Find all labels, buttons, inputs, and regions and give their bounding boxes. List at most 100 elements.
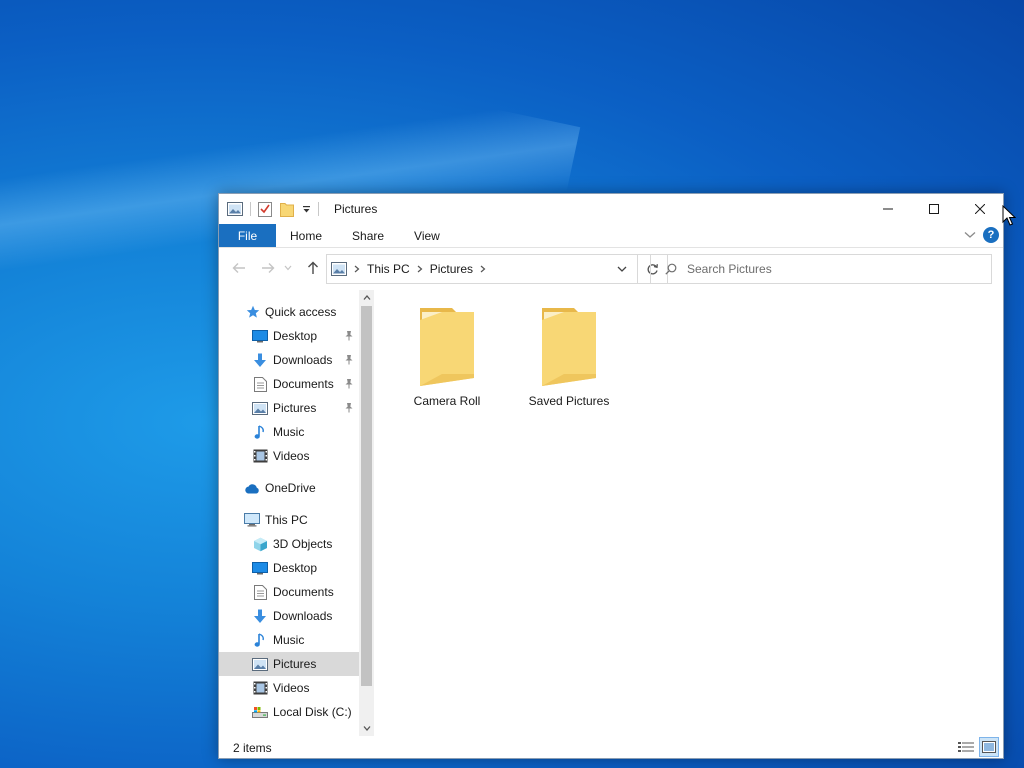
nav-item-label: Videos — [273, 681, 310, 695]
chevron-down-icon — [363, 726, 370, 731]
nav-item-music[interactable]: Music — [219, 628, 359, 652]
maximize-button[interactable] — [911, 194, 957, 224]
navigation-pane-scrollbar[interactable] — [359, 290, 374, 736]
nav-item-desktop-pinned[interactable]: Desktop — [219, 324, 359, 348]
nav-item-label: Documents — [273, 377, 334, 391]
folder-item-camera-roll[interactable]: Camera Roll — [392, 304, 502, 414]
nav-item-downloads-pinned[interactable]: Downloads — [219, 348, 359, 372]
document-icon — [251, 376, 269, 392]
folder-label: Camera Roll — [413, 394, 481, 408]
nav-item-label: Videos — [273, 449, 310, 463]
nav-item-label: Music — [273, 633, 305, 647]
address-bar[interactable]: This PC Pictures — [326, 254, 638, 284]
nav-item-label: Desktop — [273, 329, 318, 343]
nav-item-pictures[interactable]: Pictures — [219, 652, 359, 676]
pictures-icon — [251, 657, 269, 671]
breadcrumb-this-pc[interactable]: This PC — [367, 262, 410, 276]
folder-label: Saved Pictures — [528, 394, 610, 408]
tab-file[interactable]: File — [219, 224, 276, 247]
item-count: 2 items — [233, 741, 272, 755]
nav-item-label: Music — [273, 425, 305, 439]
cloud-icon — [243, 483, 261, 494]
file-explorer-window: Pictures File Home Share View ? This PC … — [218, 193, 1004, 759]
nav-item-label: This PC — [265, 513, 308, 527]
minimize-button[interactable] — [865, 194, 911, 224]
cube-icon — [251, 537, 269, 552]
search-icon — [665, 263, 677, 275]
drive-icon — [251, 706, 269, 718]
download-icon — [251, 609, 269, 624]
chevron-down-icon — [617, 266, 627, 272]
tab-view[interactable]: View — [399, 224, 455, 247]
chevron-up-icon — [363, 295, 370, 300]
expand-ribbon-chevron-icon[interactable] — [964, 231, 976, 239]
nav-item-label: Downloads — [273, 353, 333, 367]
properties-icon[interactable] — [258, 201, 272, 217]
navigation-pane: Quick access Desktop Downloads Documents… — [219, 290, 374, 736]
window-title: Pictures — [334, 202, 378, 216]
nav-item-quick-access[interactable]: Quick access — [219, 300, 359, 324]
details-view-button[interactable] — [956, 737, 976, 757]
close-button[interactable] — [957, 194, 1003, 224]
nav-item-videos[interactable]: Videos — [219, 676, 359, 700]
search-input[interactable] — [687, 262, 967, 276]
video-icon — [251, 449, 269, 463]
desktop-icon — [251, 329, 269, 343]
recent-locations-button[interactable] — [283, 259, 293, 277]
search-box[interactable] — [650, 254, 992, 284]
scrollbar-thumb[interactable] — [361, 306, 372, 686]
help-icon[interactable]: ? — [983, 227, 999, 243]
large-icons-view-button[interactable] — [979, 737, 999, 757]
breadcrumb-pictures[interactable]: Pictures — [430, 262, 473, 276]
breadcrumb-chevron-icon[interactable] — [354, 265, 360, 273]
nav-item-local-disk[interactable]: Local Disk (C:) — [219, 700, 359, 724]
pictures-library-icon[interactable] — [227, 202, 243, 216]
nav-item-music-quick[interactable]: Music — [219, 420, 359, 444]
title-bar[interactable]: Pictures — [219, 194, 1003, 224]
new-folder-icon[interactable] — [280, 201, 294, 217]
forward-arrow-icon — [262, 263, 275, 273]
ribbon-tabs: File Home Share View ? — [219, 224, 1003, 248]
desktop-icon — [251, 561, 269, 575]
nav-item-label: Pictures — [273, 401, 317, 415]
pin-icon — [344, 354, 354, 368]
tab-share[interactable]: Share — [337, 224, 399, 247]
address-history-button[interactable] — [607, 255, 637, 283]
scroll-up-button[interactable] — [359, 290, 374, 305]
back-button[interactable] — [230, 259, 248, 277]
tab-home[interactable]: Home — [276, 224, 337, 247]
nav-item-label: OneDrive — [265, 481, 316, 495]
customize-qat-chevron-icon[interactable] — [302, 205, 311, 214]
folder-content-area[interactable]: Camera Roll Saved Pictures — [379, 290, 1003, 736]
nav-item-onedrive[interactable]: OneDrive — [219, 476, 359, 500]
nav-item-documents-pinned[interactable]: Documents — [219, 372, 359, 396]
nav-item-label: 3D Objects — [273, 537, 333, 551]
nav-item-label: Documents — [273, 585, 334, 599]
nav-item-this-pc[interactable]: This PC — [219, 508, 359, 532]
forward-button[interactable] — [259, 259, 277, 277]
back-arrow-icon — [232, 263, 245, 273]
breadcrumb-chevron-icon[interactable] — [417, 265, 423, 273]
maximize-icon — [929, 204, 939, 214]
folder-icon — [542, 308, 596, 386]
chevron-down-icon — [284, 265, 292, 271]
nav-item-pictures-pinned[interactable]: Pictures — [219, 396, 359, 420]
quick-access-toolbar — [219, 194, 326, 224]
view-toggle-group — [956, 737, 999, 757]
folder-item-saved-pictures[interactable]: Saved Pictures — [514, 304, 624, 414]
nav-item-label: Local Disk (C:) — [273, 705, 352, 719]
pin-icon — [344, 330, 354, 344]
up-button[interactable] — [304, 259, 322, 277]
nav-item-downloads[interactable]: Downloads — [219, 604, 359, 628]
qat-separator — [318, 202, 319, 216]
breadcrumb-chevron-icon[interactable] — [480, 265, 486, 273]
nav-item-3d-objects[interactable]: 3D Objects — [219, 532, 359, 556]
nav-item-videos-quick[interactable]: Videos — [219, 444, 359, 468]
details-view-icon — [958, 742, 974, 752]
star-icon — [245, 305, 261, 319]
pictures-location-icon — [331, 262, 347, 276]
nav-item-desktop[interactable]: Desktop — [219, 556, 359, 580]
scroll-down-button[interactable] — [359, 721, 374, 736]
pin-icon — [344, 402, 354, 416]
nav-item-documents[interactable]: Documents — [219, 580, 359, 604]
